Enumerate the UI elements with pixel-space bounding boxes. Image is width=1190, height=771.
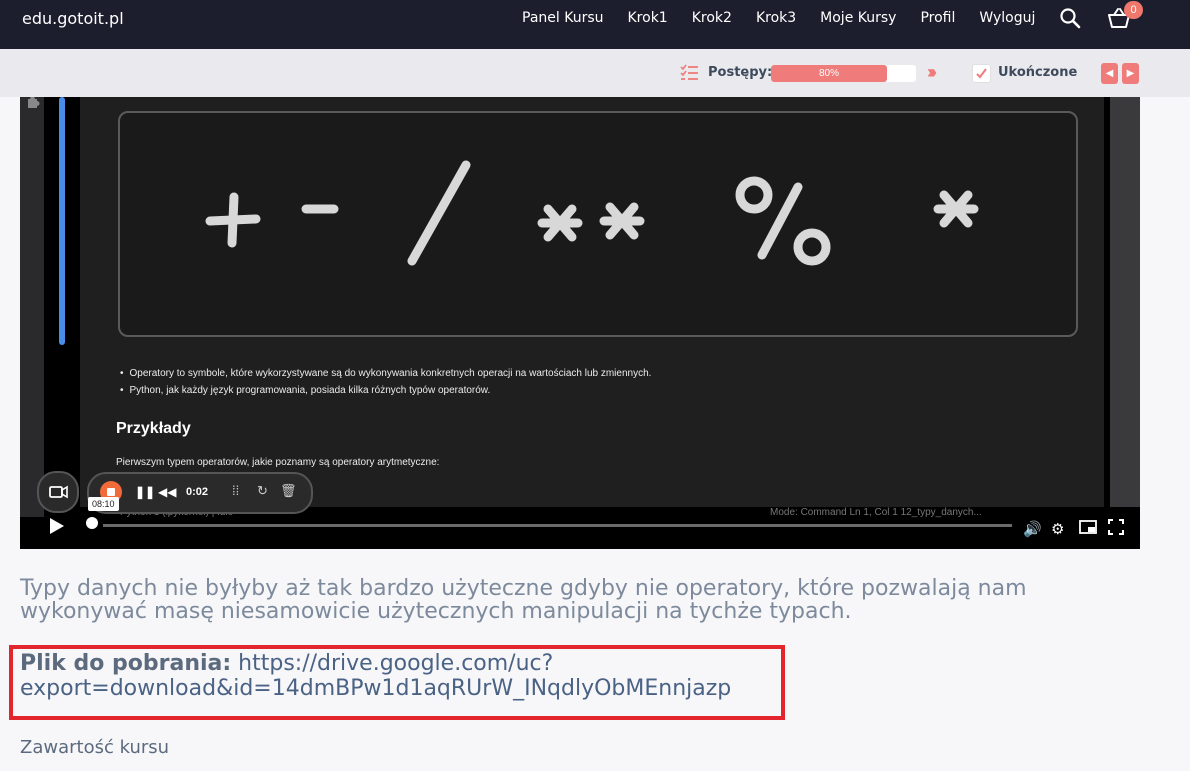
lesson-description: Typy danych nie byłyby aż tak bardzo uży… [20,576,1027,624]
volume-icon[interactable]: 🔊 [1023,522,1042,538]
grid-button[interactable]: ⁞⁞ [232,483,239,498]
restart-button[interactable]: ↻ [257,483,268,499]
progress-label: Postępy: [708,65,773,80]
fullscreen-icon[interactable] [1107,518,1125,536]
arrow-left-icon: ◀ [1105,68,1114,79]
list-check-icon [680,64,698,80]
course-content-heading: Zawartość kursu [20,737,170,758]
pause-icon: ❚❚ [135,485,156,499]
grid-icon: ⁞⁞ [232,483,240,498]
notebook-status-right: Mode: Command Ln 1, Col 1 12_typy_danych… [770,507,982,518]
video-right-panel [1110,97,1140,507]
seek-hover-tooltip: 08:10 [88,497,119,511]
video-left-panel [20,97,44,517]
completed-checkbox[interactable] [972,64,991,83]
trash-icon: 🗑 [280,483,297,498]
nav-krok2[interactable]: Krok2 [692,10,732,30]
course-progress-bar: Postępy: 80% ››› Ukończone ◀ ▶ [0,49,1190,97]
main-nav: Panel Kursu Krok1 Krok2 Krok3 Moje Kursy… [522,10,1035,30]
site-brand[interactable]: edu.gotoit.pl [22,9,124,28]
slide-section-text: Pierwszym typem operatorów, jakie poznam… [116,457,440,468]
prev-lesson-button[interactable]: ◀ [1101,63,1118,84]
operators-drawing [118,111,1078,337]
completed-label: Ukończone [998,65,1078,80]
double-chevron-right-icon[interactable]: ››› [927,62,937,83]
slide-bullet: Python, jak każdy język programowania, p… [120,382,651,399]
slide-bullets: Operatory to symbole, które wykorzystywa… [120,365,652,399]
seek-handle[interactable] [86,517,98,529]
video-camera-icon [49,485,68,499]
picture-in-picture-icon[interactable] [1079,519,1097,535]
checkmark-icon [976,68,987,79]
rewind-button[interactable]: ◀◀ [158,485,176,499]
nav-wyloguj[interactable]: Wyloguj [979,10,1035,30]
nav-krok3[interactable]: Krok3 [756,10,796,30]
cell-selection-bar [59,97,65,345]
slide-section-title: Przykłady [116,420,191,437]
pause-recording-button[interactable]: ❚❚ [135,485,155,499]
download-label: Plik do pobrania: [20,651,232,676]
video-seek-bar[interactable] [103,524,1012,527]
rewind-icon: ◀◀ [158,485,177,499]
download-section: Plik do pobrania: https://drive.google.c… [20,651,780,701]
next-lesson-button[interactable]: ▶ [1122,63,1139,84]
delete-recording-button[interactable]: 🗑 [280,483,297,499]
handwritten-operators [205,160,979,266]
nav-krok1[interactable]: Krok1 [628,10,668,30]
arrow-right-icon: ▶ [1126,68,1135,79]
camera-toggle-button[interactable] [37,471,79,513]
nav-moje-kursy[interactable]: Moje Kursy [820,10,896,30]
progress-track: 80% [771,65,916,82]
nav-panel-kursu[interactable]: Panel Kursu [522,10,604,30]
stop-icon [107,488,115,496]
progress-fill: 80% [771,65,887,82]
slide-bullet: Operatory to symbole, które wykorzystywa… [120,365,652,382]
settings-gear-icon[interactable]: ⚙ [1051,522,1064,538]
puzzle-icon [28,97,40,108]
top-navbar: edu.gotoit.pl Panel Kursu Krok1 Krok2 Kr… [0,0,1190,49]
nav-profil[interactable]: Profil [920,10,955,30]
cart-count-badge: 0 [1124,1,1143,19]
play-icon[interactable] [50,518,64,534]
recorder-time: 0:02 [186,486,209,498]
restart-icon: ↻ [257,483,268,498]
search-icon[interactable] [1059,7,1081,29]
video-player[interactable]: Operatory to symbole, które wykorzystywa… [20,97,1140,549]
download-link-line2[interactable]: export=download&id=14dmBPw1d1aqRUrW_INqd… [20,676,731,701]
download-link-line1[interactable]: https://drive.google.com/uc? [238,651,553,676]
